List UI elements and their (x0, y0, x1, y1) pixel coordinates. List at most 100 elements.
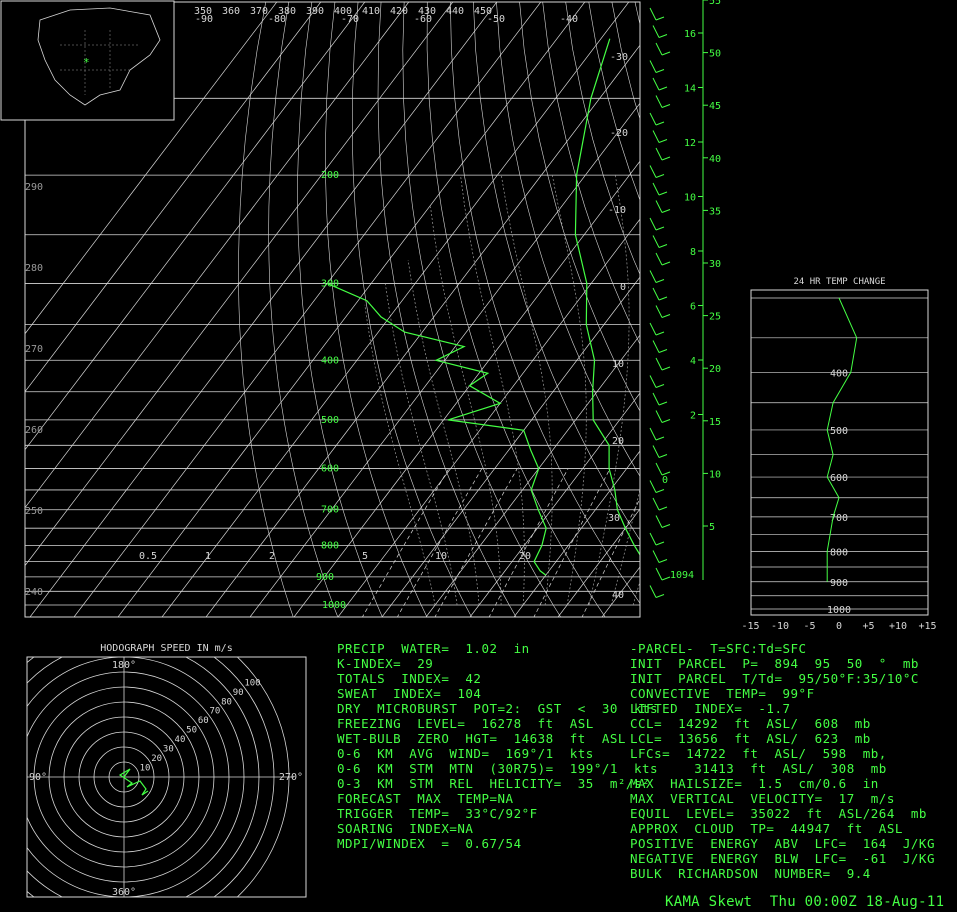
indices_right-line: -PARCEL- T=SFC:Td=SFC (630, 641, 807, 656)
temp-change-xtick: 0 (836, 621, 842, 632)
moist-adiabat-line (655, 175, 793, 605)
isotherm-line (557, 508, 640, 617)
isotherm-label: 0 (620, 282, 626, 293)
wind-barb-flag (661, 51, 671, 56)
wind-barb-flag (661, 314, 671, 318)
wind-barb-flag (658, 191, 668, 196)
isotherm-line (601, 566, 640, 617)
wind-barb (655, 462, 663, 476)
wind-barb-flag (655, 594, 665, 598)
temp-change-xtick: -15 (741, 621, 759, 632)
height-kft-label: 55 (709, 0, 721, 7)
height-kft-label: 15 (709, 417, 721, 428)
wind-barb (655, 147, 663, 161)
isotherm-line (513, 450, 640, 617)
wind-barb (652, 392, 660, 406)
wind-barb (649, 270, 657, 283)
indices_right-line: MAX VERTICAL VELOCITY= 17 m/s (630, 791, 895, 806)
indices_left-line: SOARING INDEX=NA (337, 821, 474, 836)
theta-e-label: 390 (306, 6, 324, 17)
dry-adiabat-line (402, 2, 562, 617)
dry-adiabat-line (634, 2, 640, 26)
mixing-ratio-label: 5 (362, 551, 368, 562)
indices_right-line: MAX HAILSIZE= 1.5 cm/0.6 in (630, 776, 879, 791)
indices_right-line: NEGATIVE ENERGY BLW LFC= -61 J/KG (630, 851, 935, 866)
wind-barb (649, 585, 657, 598)
theta-e-label: 440 (446, 6, 464, 17)
height-km-label: 10 (684, 193, 696, 204)
hodograph-dir-right: 270° (279, 772, 303, 783)
theta-label: 280 (25, 263, 43, 274)
dry-adiabat-line (519, 2, 640, 412)
indices_left-line: FORECAST MAX TEMP=NA (337, 791, 514, 806)
wind-barb (652, 130, 660, 143)
moist-adiabat-line (610, 487, 640, 606)
temp-change-frame (750, 289, 929, 616)
wind-barb-flag (658, 349, 668, 353)
wind-barb-flag (655, 121, 665, 126)
height-km-label: 12 (684, 138, 696, 149)
pressure-label: 300 (321, 278, 339, 289)
wind-barb (652, 497, 660, 511)
mixing-ratio-label: 10 (435, 551, 447, 562)
wind-barb (649, 60, 657, 73)
dry-adiabat-line (746, 0, 957, 618)
height-kft-label: 50 (709, 49, 721, 60)
page-title: KAMA Skewt Thu 00:00Z 18-Aug-11 (665, 894, 945, 910)
moist-adiabat-line (551, 175, 587, 606)
wind-barb-flag (655, 331, 665, 336)
dry-adiabat-line (238, 2, 294, 617)
indices_right-line: 31413 ft ASL/ 308 mb (630, 761, 887, 776)
wind-barb-flag (655, 489, 665, 493)
wind-barb (655, 357, 663, 371)
mixing-ratio-label: 2 (269, 551, 275, 562)
top-temp-label: -50 (487, 14, 505, 25)
wind-barb-flag (658, 559, 668, 563)
wind-barb-flag (655, 69, 665, 73)
wind-barb-flag (655, 436, 665, 441)
pressure-label: 900 (316, 572, 334, 583)
station-marker: * (83, 56, 90, 69)
wind-barb-flag (655, 174, 665, 178)
theta-label: 270 (25, 344, 43, 355)
isotherm-line (425, 334, 640, 617)
temp-change-xtick: -5 (803, 621, 815, 632)
temp-change-plabel: 1000 (827, 605, 851, 616)
top-temp-label: -60 (414, 14, 432, 25)
temp-change-plabel: 400 (830, 368, 848, 379)
wind-barb (655, 252, 663, 266)
indices_right-line: EQUIL LEVEL= 35022 ft ASL/264 mb (630, 806, 927, 821)
top-temp-label: -90 (195, 14, 213, 25)
temp-change-xtick: +10 (889, 621, 907, 632)
wind-barb (649, 7, 657, 21)
mixing-ratio-label: 20 (519, 551, 531, 562)
temp-change-xtick: -10 (771, 621, 789, 632)
wind-barb (649, 165, 657, 178)
indices_left-line: PRECIP WATER= 1.02 in (337, 641, 530, 656)
wind-barb-flag (655, 541, 665, 546)
wind-barb (649, 217, 657, 231)
indices_left-line: SWEAT INDEX= 104 (337, 686, 482, 701)
wind-barb-flag (658, 506, 668, 511)
dry-adiabat-line (723, 0, 957, 618)
temp-change-trace (826, 297, 858, 582)
height-kft-label: 30 (709, 259, 721, 270)
height-km-label: 16 (684, 29, 696, 40)
dry-adiabat-line (701, 0, 957, 618)
isotherm-label: 10 (612, 359, 624, 370)
wind-barb-flag (658, 34, 668, 38)
moist-adiabat-line (500, 175, 553, 606)
hodograph-dir-top: 180° (112, 660, 136, 671)
hodograph-ring-label: 90 (233, 688, 244, 698)
temp-change-xtick: +15 (918, 621, 936, 632)
hodograph-title: HODOGRAPH SPEED IN m/s (100, 643, 232, 654)
wind-barb-flag (661, 524, 671, 528)
wind-barb-flag (661, 156, 671, 161)
top-temp-label: -80 (268, 14, 286, 25)
dry-adiabat-line (769, 0, 957, 618)
hodograph-ring-label: 10 (140, 764, 151, 774)
indices_right-line: APPROX CLOUD TP= 44947 ft ASL (630, 821, 903, 836)
wind-barb (649, 480, 657, 493)
isotherm-line (733, 0, 957, 618)
isotherm-line (249, 102, 640, 617)
